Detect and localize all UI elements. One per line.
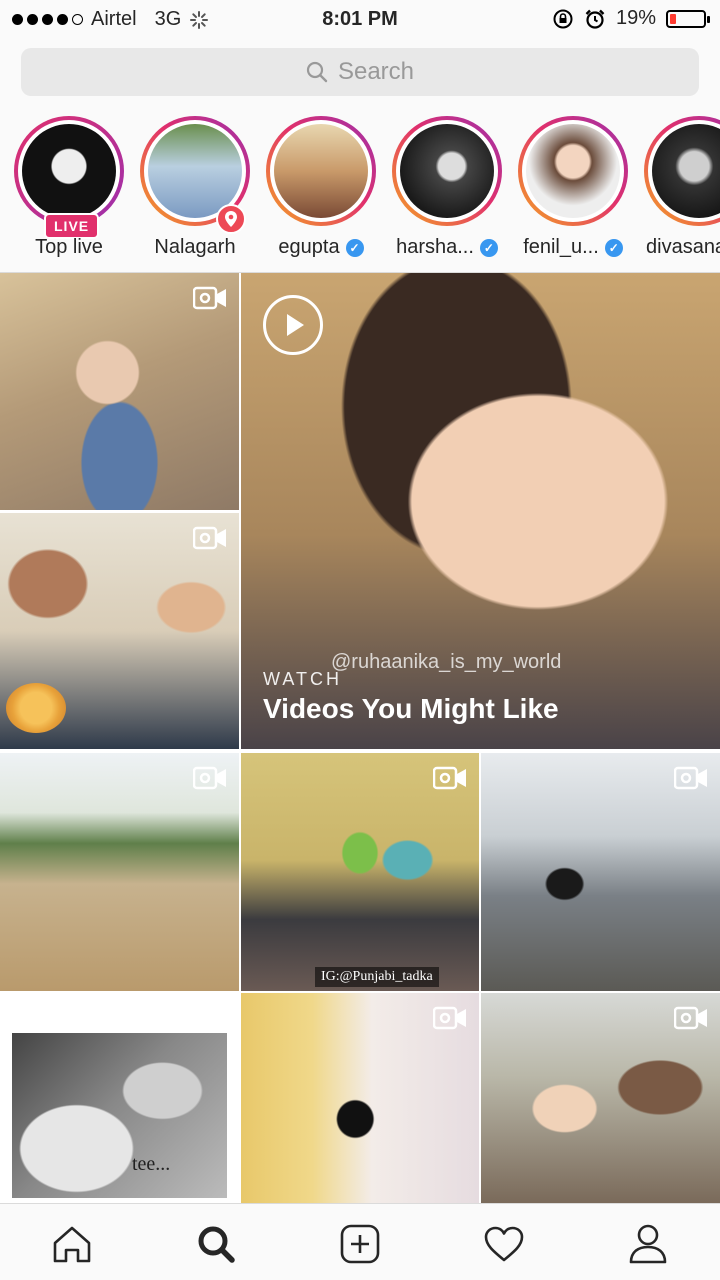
video-camera-icon xyxy=(193,286,226,310)
explore-tile[interactable]: tee... xyxy=(0,993,239,1203)
story-avatar xyxy=(22,124,116,218)
story-label: Top live xyxy=(35,236,103,258)
explore-tile[interactable]: IG:@Punjabi_tadka xyxy=(241,753,479,991)
alarm-clock-icon xyxy=(585,9,605,29)
search-icon xyxy=(198,1226,235,1263)
bottom-tab-bar xyxy=(0,1203,720,1280)
status-right: 19% xyxy=(552,7,710,30)
status-bar: Airtel 3G 8:01 PM 19% xyxy=(0,0,720,38)
story-label: harsha... ✓ xyxy=(378,236,516,259)
explore-tile[interactable] xyxy=(481,753,720,991)
add-post-icon xyxy=(340,1224,380,1264)
profile-icon xyxy=(629,1224,667,1264)
tab-profile[interactable] xyxy=(626,1222,670,1266)
tab-new-post[interactable] xyxy=(338,1222,382,1266)
verified-badge-icon: ✓ xyxy=(345,238,364,257)
video-camera-icon xyxy=(193,766,226,790)
explore-tile[interactable] xyxy=(0,753,239,991)
location-pin-icon xyxy=(216,204,246,234)
story-avatar xyxy=(400,124,494,218)
verified-badge-icon: ✓ xyxy=(479,238,498,257)
search-input[interactable]: Search xyxy=(21,48,699,96)
video-camera-icon xyxy=(433,766,466,790)
video-camera-icon xyxy=(674,1006,707,1030)
tab-search[interactable] xyxy=(194,1222,238,1266)
search-icon xyxy=(306,61,328,83)
video-camera-icon xyxy=(674,766,707,790)
watch-title[interactable]: Videos You Might Like xyxy=(263,693,559,725)
explore-grid: @ruhaanika_is_my_world WATCH Videos You … xyxy=(0,273,720,1203)
video-watermark: @ruhaanika_is_my_world xyxy=(331,651,562,673)
search-bar-container: Search xyxy=(0,38,720,110)
explore-tile[interactable] xyxy=(0,513,239,749)
story-label: Nalagarh xyxy=(154,236,236,258)
story-avatar xyxy=(526,124,620,218)
flowers-decoration xyxy=(6,683,66,733)
tab-activity[interactable] xyxy=(482,1222,526,1266)
rotation-lock-icon xyxy=(553,9,573,28)
explore-tile[interactable] xyxy=(241,993,479,1203)
story-label: egupta ✓ xyxy=(252,236,390,259)
featured-video-tile[interactable]: @ruhaanika_is_my_world WATCH Videos You … xyxy=(241,273,720,749)
battery-percent: 19% xyxy=(615,7,656,29)
story-label: divasana xyxy=(646,236,720,258)
ig-tag-caption: IG:@Punjabi_tadka xyxy=(315,967,439,987)
video-camera-icon xyxy=(433,1006,466,1030)
video-camera-icon xyxy=(193,526,226,550)
story-avatar xyxy=(274,124,368,218)
explore-tile[interactable] xyxy=(481,993,720,1203)
activity-heart-icon xyxy=(484,1226,524,1262)
story-label: fenil_u... ✓ xyxy=(504,236,642,259)
play-icon[interactable] xyxy=(263,295,323,355)
explore-tile[interactable] xyxy=(0,273,239,510)
photo-image: tee... xyxy=(12,1033,227,1198)
home-icon xyxy=(53,1226,91,1263)
search-placeholder: Search xyxy=(337,58,415,85)
battery-icon xyxy=(666,9,710,28)
verified-badge-icon: ✓ xyxy=(604,238,623,257)
tab-home[interactable] xyxy=(50,1222,94,1266)
watch-kicker: WATCH xyxy=(263,669,342,689)
stories-tray: LIVE Top live Nalagarh egupta ✓ harsha...… xyxy=(0,110,720,273)
photo-caption: tee... xyxy=(132,1153,171,1175)
